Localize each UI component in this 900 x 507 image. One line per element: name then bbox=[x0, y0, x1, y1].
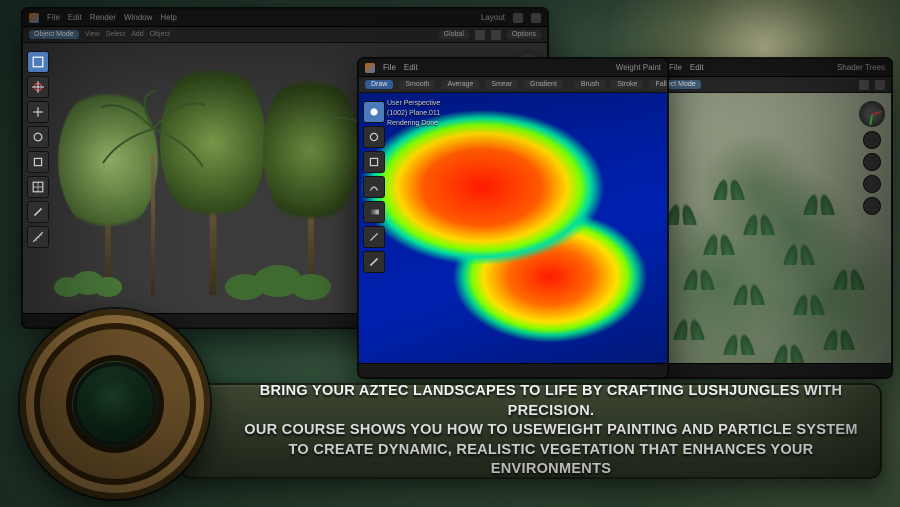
plant-fern bbox=[223, 241, 333, 301]
window3-toolbar: Object Mode bbox=[645, 77, 891, 93]
tool-annotate[interactable] bbox=[27, 201, 49, 223]
nav-gizmo-icon[interactable] bbox=[859, 101, 885, 127]
menu-help[interactable]: Help bbox=[160, 13, 176, 22]
tool-transform[interactable] bbox=[27, 176, 49, 198]
panel-tab-falloff[interactable]: Falloff bbox=[649, 80, 668, 89]
window3-gizmo-cluster bbox=[859, 101, 885, 215]
window1-titlebar: File Edit Render Window Help Layout bbox=[23, 9, 547, 27]
tool-rotate[interactable] bbox=[27, 126, 49, 148]
camera-toggle-icon[interactable] bbox=[863, 175, 881, 193]
tool-measure[interactable] bbox=[27, 226, 49, 248]
tree-palm bbox=[123, 95, 183, 295]
paint-tab-smooth[interactable]: Smooth bbox=[399, 80, 435, 89]
window3-titlebar: File Edit Shader Trees bbox=[645, 59, 891, 77]
editor-window-terrain: File Edit Shader Trees Object Mode bbox=[644, 58, 892, 378]
scattered-plant bbox=[795, 293, 823, 315]
tool-draw[interactable] bbox=[363, 101, 385, 123]
tool-cursor[interactable] bbox=[27, 76, 49, 98]
caption-line3: to create dynamic, realistic vegetation … bbox=[242, 441, 860, 480]
toolbar-object[interactable]: Object bbox=[150, 31, 170, 38]
pan-icon[interactable] bbox=[863, 153, 881, 171]
caption-line2: Our course shows you how to useweight pa… bbox=[244, 421, 858, 441]
overlay-line2: (1002) Plane.011 bbox=[387, 109, 440, 119]
menu-edit[interactable]: Edit bbox=[690, 63, 704, 72]
tool-gradient[interactable] bbox=[363, 201, 385, 223]
tool-annotate[interactable] bbox=[363, 251, 385, 273]
menu-edit[interactable]: Edit bbox=[404, 63, 418, 72]
window3-viewport[interactable] bbox=[645, 93, 891, 363]
tool-average[interactable] bbox=[363, 151, 385, 173]
blender-logo-icon bbox=[365, 63, 375, 73]
workspace-tab-layout[interactable]: Layout bbox=[481, 13, 505, 22]
viewport-overlay-info: User Perspective (1002) Plane.011 Render… bbox=[387, 99, 440, 128]
editor-window-weightpaint: File Edit Weight Paint Draw Smooth Avera… bbox=[358, 58, 668, 378]
scattered-plant bbox=[735, 283, 763, 305]
plant-fern bbox=[53, 249, 123, 299]
window3-footer bbox=[645, 363, 891, 377]
window2-footer bbox=[359, 363, 667, 377]
perspective-toggle-icon[interactable] bbox=[863, 197, 881, 215]
zoom-icon[interactable] bbox=[863, 131, 881, 149]
panel-tab-stroke[interactable]: Stroke bbox=[611, 80, 643, 89]
window2-tool-strip bbox=[363, 101, 385, 273]
shading-icon[interactable] bbox=[859, 80, 869, 90]
aztec-medallion-icon bbox=[20, 309, 210, 499]
menu-file[interactable]: File bbox=[669, 63, 682, 72]
tool-scale[interactable] bbox=[27, 151, 49, 173]
caption-banner: Bring your Aztec landscapes to life by c… bbox=[180, 383, 882, 479]
overlay-line3: Rendering Done bbox=[387, 119, 440, 129]
weight-heatmap bbox=[359, 93, 667, 363]
scattered-plant bbox=[825, 328, 853, 350]
viewlayer-dropdown-icon[interactable] bbox=[531, 13, 541, 23]
scattered-plant bbox=[785, 243, 813, 265]
paint-tab-draw[interactable]: Draw bbox=[365, 80, 393, 89]
tool-select-box[interactable] bbox=[27, 51, 49, 73]
orientation-global[interactable]: Global bbox=[439, 30, 469, 39]
scattered-plant bbox=[745, 213, 773, 235]
snap-icon[interactable] bbox=[475, 30, 485, 40]
scattered-plant bbox=[835, 268, 863, 290]
toolbar-options[interactable]: Options bbox=[507, 30, 541, 39]
panel-tab-brush[interactable]: Brush bbox=[575, 80, 605, 89]
menu-file[interactable]: File bbox=[47, 13, 60, 22]
overlay-line1: User Perspective bbox=[387, 99, 440, 109]
paint-tab-gradient[interactable]: Gradient bbox=[524, 80, 563, 89]
paint-tab-average[interactable]: Average bbox=[441, 80, 479, 89]
workspace-tab-weightpaint[interactable]: Weight Paint bbox=[616, 63, 661, 72]
scattered-plant bbox=[725, 333, 753, 355]
scattered-plant bbox=[715, 178, 743, 200]
window2-titlebar: File Edit Weight Paint bbox=[359, 59, 667, 77]
tool-smear[interactable] bbox=[363, 176, 385, 198]
tool-blur[interactable] bbox=[363, 126, 385, 148]
scattered-plant bbox=[775, 343, 803, 363]
menu-render[interactable]: Render bbox=[90, 13, 116, 22]
toolbar-add[interactable]: Add bbox=[131, 31, 143, 38]
proportional-edit-icon[interactable] bbox=[491, 30, 501, 40]
paint-tab-smear[interactable]: Smear bbox=[485, 80, 518, 89]
workspace-tab[interactable]: Shader Trees bbox=[837, 63, 885, 72]
window2-toolbar: Draw Smooth Average Smear Gradient Brush… bbox=[359, 77, 667, 93]
mode-selector[interactable]: Object Mode bbox=[29, 30, 79, 39]
overlay-icon[interactable] bbox=[875, 80, 885, 90]
scattered-plant bbox=[685, 268, 713, 290]
blender-logo-icon bbox=[29, 13, 39, 23]
toolbar-view[interactable]: View bbox=[85, 31, 100, 38]
window2-viewport[interactable]: User Perspective (1002) Plane.011 Render… bbox=[359, 93, 667, 363]
scattered-plant bbox=[805, 193, 833, 215]
menu-file[interactable]: File bbox=[383, 63, 396, 72]
scattered-plant bbox=[667, 203, 695, 225]
tool-sample[interactable] bbox=[363, 226, 385, 248]
menu-edit[interactable]: Edit bbox=[68, 13, 82, 22]
tool-move[interactable] bbox=[27, 101, 49, 123]
toolbar-select[interactable]: Select bbox=[106, 31, 125, 38]
menu-window[interactable]: Window bbox=[124, 13, 152, 22]
scattered-plant bbox=[675, 318, 703, 340]
scattered-plant bbox=[705, 233, 733, 255]
window1-tool-strip bbox=[27, 51, 49, 248]
window1-toolbar: Object Mode View Select Add Object Globa… bbox=[23, 27, 547, 43]
caption-line1: Bring your Aztec landscapes to life by c… bbox=[242, 382, 860, 421]
scene-dropdown-icon[interactable] bbox=[513, 13, 523, 23]
